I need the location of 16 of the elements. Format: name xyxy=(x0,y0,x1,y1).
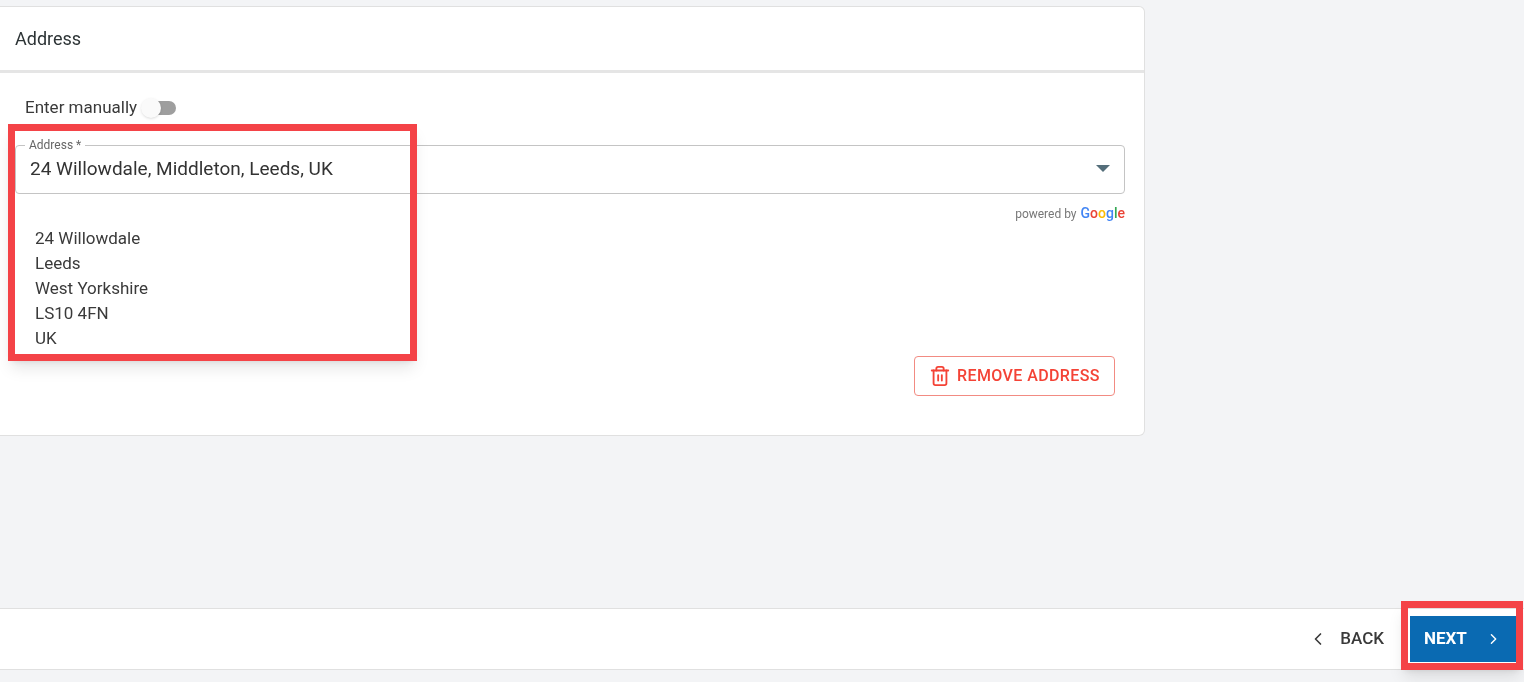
back-button[interactable]: BACK xyxy=(1304,619,1388,659)
dropdown-caret-icon[interactable] xyxy=(1096,165,1110,173)
field-value: 24 Willowdale, Middleton, Leeds, UK xyxy=(30,155,334,182)
google-logo: Google xyxy=(1080,203,1125,223)
address-line: 24 Willowdale xyxy=(35,226,142,250)
toggle-label: Enter manually xyxy=(25,96,138,119)
card-title: Address xyxy=(15,27,82,51)
field-label: Address * xyxy=(25,137,86,152)
next-button[interactable]: NEXT xyxy=(1410,616,1516,662)
remove-address-button[interactable]: REMOVE ADDRESS xyxy=(914,355,1115,396)
trash-icon xyxy=(929,364,952,387)
powered-by-text: powered by xyxy=(1015,205,1077,223)
address-line: LS10 4FN xyxy=(35,301,110,325)
address-line: West Yorkshire xyxy=(35,276,150,300)
address-line: Leeds xyxy=(35,251,82,275)
address-line: UK xyxy=(35,326,58,350)
